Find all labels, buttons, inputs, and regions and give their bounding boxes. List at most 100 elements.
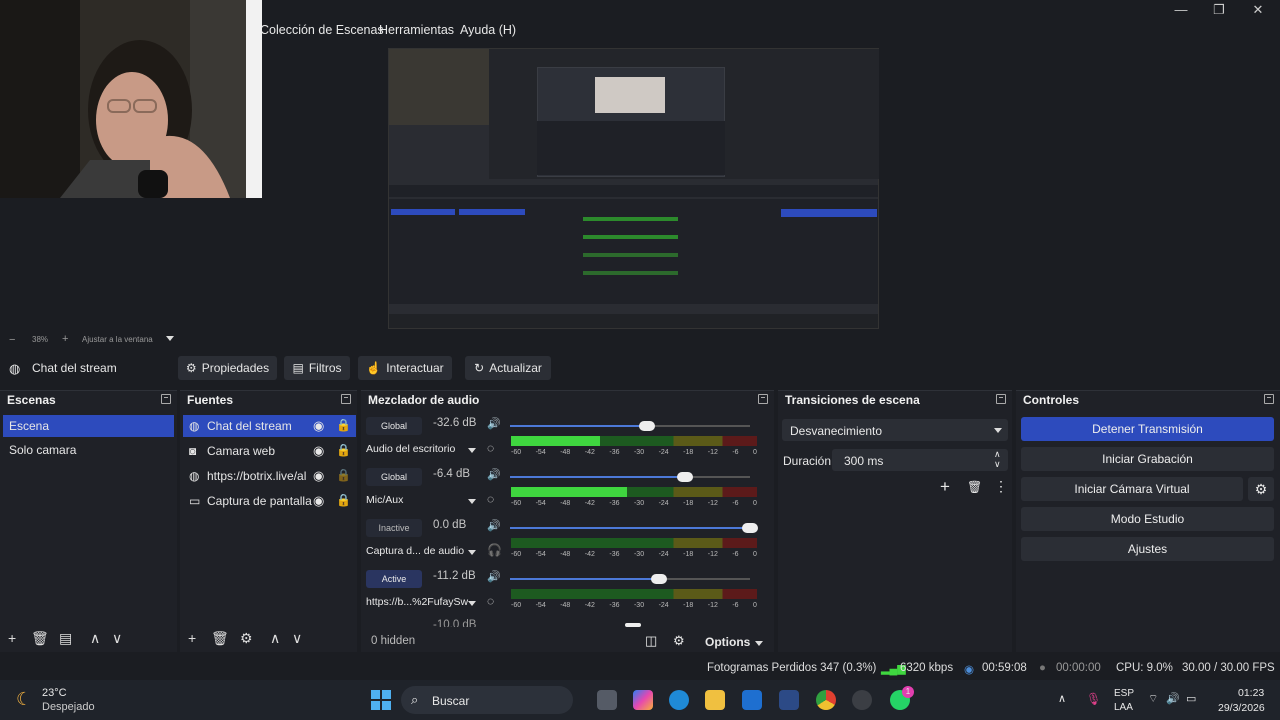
zoom-in-button[interactable]: + — [62, 333, 68, 345]
stream-preview[interactable] — [388, 48, 879, 329]
menu-scene-collection[interactable]: Colección de Escenas — [260, 23, 384, 37]
trash-icon[interactable]: 🗑 — [967, 480, 982, 494]
undock-icon[interactable] — [996, 394, 1006, 404]
volume-slider[interactable] — [510, 472, 750, 482]
taskbar-search[interactable]: ⌕ Buscar — [401, 686, 573, 714]
eye-icon[interactable]: ◉ — [313, 493, 324, 509]
zoom-fit-label[interactable]: Ajustar a la ventana — [82, 335, 153, 344]
zoom-out-button[interactable]: − — [9, 334, 15, 346]
more-options-icon[interactable]: ⋮ — [994, 478, 1008, 495]
transition-select[interactable]: Desvanecimiento — [782, 419, 1008, 441]
battery-icon[interactable]: ▭ — [1186, 692, 1196, 705]
virtual-camera-settings-icon[interactable]: ⚙ — [1248, 477, 1274, 501]
weather-temp[interactable]: 23°C — [42, 687, 67, 699]
wifi-icon[interactable]: ⌔ — [1148, 692, 1158, 706]
zoom-dropdown-icon[interactable] — [166, 336, 174, 341]
monitor-audio-icon[interactable]: ◌ — [487, 594, 494, 608]
volume-icon[interactable]: 🔊 — [1166, 692, 1180, 705]
edge-browser-icon[interactable] — [669, 690, 689, 710]
lock-icon[interactable]: 🔒 — [336, 443, 351, 457]
channel-dropdown-icon[interactable] — [468, 499, 476, 504]
gear-icon[interactable]: ⚙ — [240, 630, 253, 647]
undock-icon[interactable] — [341, 394, 351, 404]
headphones-icon[interactable]: 🎧 — [487, 543, 502, 557]
eye-icon[interactable]: ◉ — [313, 468, 324, 484]
options-dropdown-icon[interactable] — [755, 641, 763, 646]
language-bottom[interactable]: LAA — [1114, 702, 1133, 713]
filters-button[interactable]: ▤ Filtros — [284, 356, 350, 380]
volume-slider[interactable] — [510, 421, 750, 431]
channel-dropdown-icon[interactable] — [468, 550, 476, 555]
copilot-icon[interactable] — [633, 690, 653, 710]
volume-slider-handle[interactable] — [638, 421, 655, 431]
source-item[interactable]: ◙ Camara web — [183, 440, 356, 462]
eye-icon[interactable]: ◉ — [313, 418, 324, 434]
microphone-icon[interactable]: 🎙 — [1086, 692, 1101, 706]
clock-date[interactable]: 29/3/2026 — [1218, 702, 1265, 714]
file-explorer-icon[interactable] — [705, 690, 725, 710]
stop-streaming-button[interactable]: Detener Transmisión — [1021, 417, 1274, 441]
eye-icon[interactable]: ◉ — [313, 443, 324, 459]
volume-slider-handle[interactable] — [677, 472, 694, 482]
filter-icon[interactable]: ▤ — [59, 630, 72, 647]
properties-button[interactable]: ⚙ Propiedades — [178, 356, 277, 380]
scene-item-escena[interactable]: Escena — [3, 415, 174, 437]
clock-time[interactable]: 01:23 — [1238, 687, 1264, 699]
start-recording-button[interactable]: Iniciar Grabación — [1021, 447, 1274, 471]
weather-desc[interactable]: Despejado — [42, 701, 95, 713]
tray-chevron-up-icon[interactable]: ∧ — [1058, 692, 1066, 705]
move-down-icon[interactable]: ∨ — [292, 630, 302, 647]
lock-icon[interactable]: 🔒 — [336, 493, 351, 507]
trash-icon[interactable]: 🗑 — [211, 630, 229, 647]
move-up-icon[interactable]: ∧ — [270, 630, 280, 647]
speaker-icon[interactable]: 🔊 — [487, 468, 501, 481]
lock-icon[interactable]: 🔒 — [336, 418, 351, 432]
channel-dropdown-icon[interactable] — [468, 601, 476, 606]
task-view-icon[interactable] — [597, 690, 617, 710]
start-virtual-camera-button[interactable]: Iniciar Cámara Virtual — [1021, 477, 1243, 501]
lock-icon[interactable]: 🔒 — [336, 468, 351, 482]
volume-slider-handle[interactable] — [650, 574, 667, 584]
undock-icon[interactable] — [758, 394, 768, 404]
add-source-icon[interactable]: + — [188, 630, 196, 646]
volume-slider-handle[interactable] — [625, 623, 641, 627]
menu-help[interactable]: Ayuda (H) — [460, 23, 516, 37]
hidden-count[interactable]: 0 hidden — [371, 635, 415, 647]
duration-spinbox[interactable]: 300 ms ∧ ∨ — [832, 449, 1008, 471]
volume-slider[interactable] — [510, 523, 758, 533]
channel-dropdown-icon[interactable] — [468, 448, 476, 453]
spin-down-icon[interactable]: ∨ — [994, 459, 1001, 470]
menu-tools[interactable]: Herramientas — [379, 23, 454, 37]
monitor-audio-icon[interactable]: ◌ — [487, 492, 494, 506]
scene-item-solo-camara[interactable]: Solo camara — [3, 439, 174, 461]
refresh-button[interactable]: ↻ Actualizar — [465, 356, 551, 380]
monitor-audio-icon[interactable]: ◌ — [487, 441, 494, 455]
layout-icon[interactable]: ◫ — [645, 633, 657, 649]
store-icon[interactable] — [779, 690, 799, 710]
settings-button[interactable]: Ajustes — [1021, 537, 1274, 561]
volume-slider-handle[interactable] — [742, 523, 758, 533]
source-item[interactable]: ▭ Captura de pantalla — [183, 490, 356, 512]
interact-button[interactable]: ☝ Interactuar — [358, 356, 452, 380]
speaker-icon[interactable]: 🔊 — [487, 519, 501, 532]
options-button[interactable]: Options — [705, 635, 750, 649]
language-top[interactable]: ESP — [1114, 688, 1134, 699]
close-icon[interactable]: ✕ — [1243, 2, 1273, 18]
undock-icon[interactable] — [161, 394, 171, 404]
visual-studio-icon[interactable] — [742, 690, 762, 710]
restore-icon[interactable]: ❐ — [1204, 2, 1234, 18]
windows-start-icon[interactable] — [371, 690, 391, 710]
speaker-icon[interactable]: 🔊 — [487, 570, 501, 583]
source-item[interactable]: ◍ Chat del stream — [183, 415, 356, 437]
add-scene-icon[interactable]: + — [8, 630, 16, 646]
move-down-icon[interactable]: ∨ — [112, 630, 122, 647]
minimize-icon[interactable]: — — [1166, 2, 1196, 18]
advanced-settings-icon[interactable]: ⚙ — [673, 633, 685, 649]
trash-icon[interactable]: 🗑 — [31, 630, 49, 647]
chrome-icon[interactable] — [816, 690, 836, 710]
undock-icon[interactable] — [1264, 394, 1274, 404]
source-item[interactable]: ◍ https://botrix.live/al — [183, 465, 356, 487]
volume-slider[interactable] — [510, 574, 750, 584]
add-transition-icon[interactable]: + — [940, 477, 950, 497]
studio-mode-button[interactable]: Modo Estudio — [1021, 507, 1274, 531]
